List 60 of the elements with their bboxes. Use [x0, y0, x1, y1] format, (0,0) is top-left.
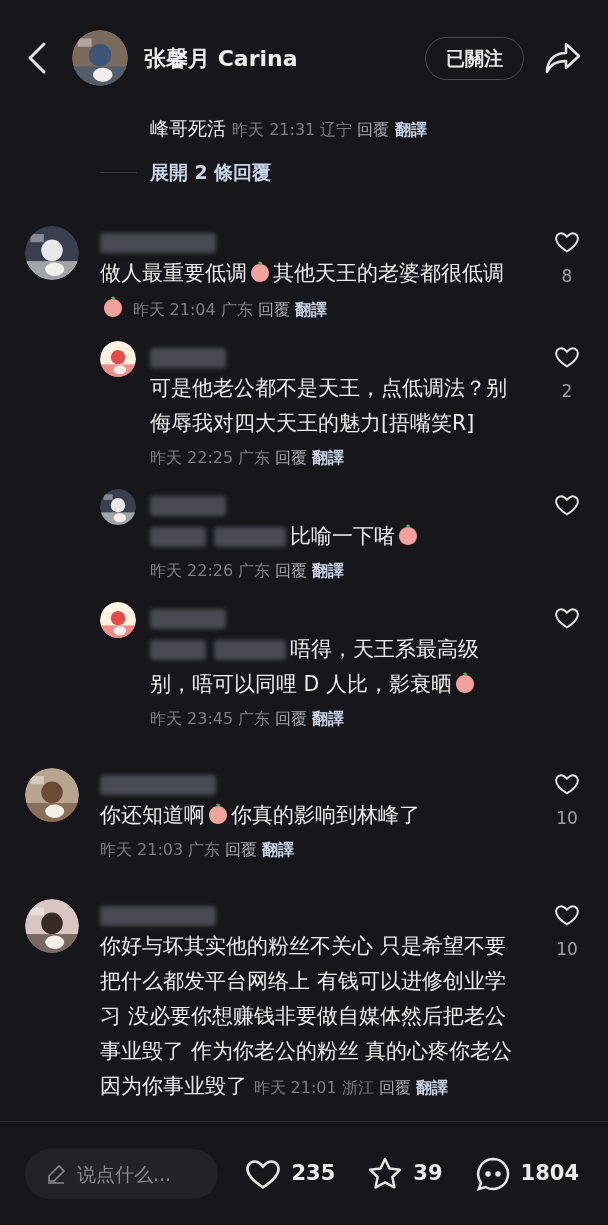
translate-link[interactable]: 翻譯 — [262, 840, 295, 859]
like-count: 235 — [291, 1159, 336, 1187]
timestamp: 昨天 21:31 — [232, 120, 316, 139]
comment-text: 你真的影响到林峰了 — [231, 803, 420, 827]
reply-link[interactable]: 回覆 — [257, 300, 290, 319]
location: 广东 — [220, 300, 253, 319]
profile-name: 张馨月 Carina — [144, 44, 299, 73]
timestamp: 昨天 21:01 — [253, 1078, 337, 1097]
timestamp: 昨天 21:03 — [100, 840, 184, 859]
like-count: 10 — [556, 938, 578, 961]
timestamp: 昨天 22:26 — [150, 561, 234, 580]
emoji-icon — [396, 523, 420, 547]
timestamp: 昨天 21:04 — [132, 300, 216, 319]
comment-text: 因为你事业毁了 — [100, 1074, 247, 1098]
blurred-name — [150, 640, 206, 660]
translate-link[interactable]: 翻譯 — [312, 709, 345, 728]
translate-link[interactable]: 翻譯 — [312, 561, 345, 580]
reply-link[interactable]: 回覆 — [357, 120, 390, 139]
comment-text: 你还知道啊 — [100, 803, 205, 827]
emoji-icon — [101, 295, 125, 319]
back-icon[interactable] — [26, 41, 48, 75]
location: 广东 — [188, 840, 221, 859]
reply-link[interactable]: 回覆 — [275, 709, 308, 728]
blurred-name — [214, 527, 286, 547]
emoji-icon — [248, 260, 272, 284]
comment-text: 唔得，天王系最高级 — [290, 637, 479, 661]
share-icon[interactable] — [544, 41, 582, 75]
comment-text: 别，唔可以同哩 D 人比，影衰晒 — [150, 672, 452, 696]
comment-text: 峰哥死活 — [150, 117, 226, 139]
like-count: 2 — [561, 380, 573, 403]
comment-text: 你好与坏其实他的粉丝不关心 只是希望不要把什么都发平台网络上 有钱可以进修创业学习 没必要你想赚钱非要做自媒体然后把老公事业毁了 作为你老公的粉丝 真的心疼你老公 — [100, 934, 513, 1063]
pencil-icon — [45, 1162, 67, 1185]
location: 辽宁 — [320, 120, 353, 139]
translate-link[interactable]: 翻譯 — [295, 300, 327, 319]
reply-link[interactable]: 回覆 — [225, 840, 258, 859]
location: 广东 — [238, 561, 271, 580]
translate-link[interactable]: 翻譯 — [416, 1078, 448, 1097]
translate-link[interactable]: 翻譯 — [394, 120, 427, 139]
reply-link[interactable]: 回覆 — [275, 561, 308, 580]
reply-link[interactable]: 回覆 — [275, 448, 308, 467]
comment-text: 可是他老公都不是天王，点低调法？别侮辱我对四大天王的魅力[捂嘴笑R] — [150, 376, 507, 435]
comment-input[interactable]: 说点什么... — [25, 1148, 218, 1199]
location: 广东 — [238, 709, 271, 728]
like-count: 8 — [561, 265, 573, 288]
timestamp: 昨天 22:25 — [150, 448, 234, 467]
blurred-name — [150, 527, 206, 547]
timestamp: 昨天 23:45 — [150, 709, 234, 728]
reply-link[interactable]: 回覆 — [378, 1078, 411, 1097]
comment-text: 比喻一下啫 — [290, 524, 395, 548]
comment-text: 做人最重要低调 — [100, 261, 247, 285]
like-count: 10 — [556, 807, 578, 830]
emoji-icon — [206, 802, 230, 826]
location: 浙江 — [341, 1078, 374, 1097]
blurred-name — [214, 640, 286, 660]
expand-replies-link[interactable]: 展開 2 條回覆 — [150, 157, 272, 187]
comment-text: 其他天王的老婆都很低调 — [273, 261, 504, 285]
location: 广东 — [238, 448, 271, 467]
star-count: 39 — [413, 1159, 443, 1187]
comment-count: 1804 — [520, 1159, 579, 1187]
translate-link[interactable]: 翻譯 — [312, 448, 345, 467]
